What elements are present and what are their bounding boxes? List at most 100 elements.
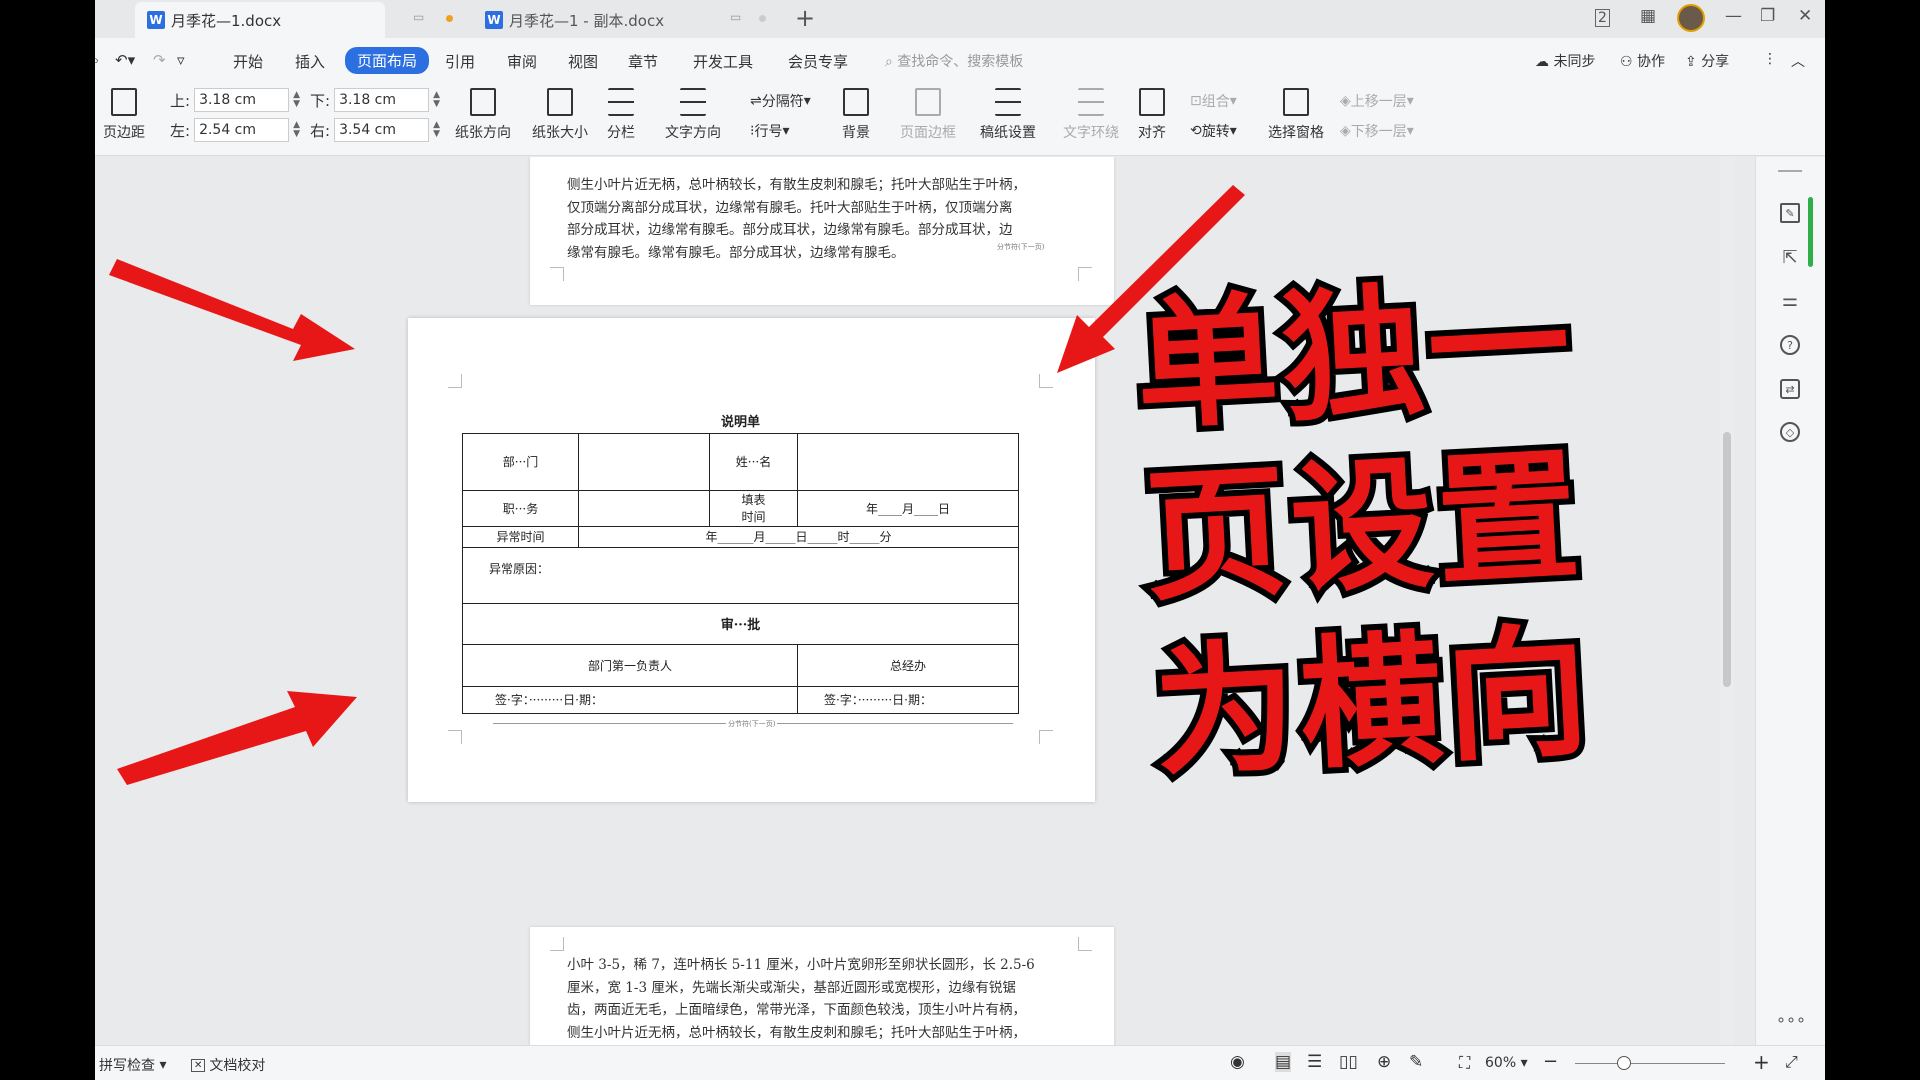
tab-monitor-icon[interactable]: ▭ xyxy=(413,10,424,24)
redo-icon[interactable]: ↷ xyxy=(153,51,166,69)
quick-access-dropdown-icon[interactable]: ▿ xyxy=(177,51,185,69)
panel-handle[interactable] xyxy=(1778,170,1802,172)
tab-document-2[interactable]: W 月季花—1 - 副本.docx xyxy=(473,2,773,38)
margin-bottom-input[interactable] xyxy=(334,88,430,112)
bring-forward-button[interactable]: ◈ 上移一层 ▾ xyxy=(1340,91,1414,111)
margin-top-input[interactable] xyxy=(194,88,290,112)
share-icon: ⇪ xyxy=(1685,54,1702,70)
menu-references[interactable]: 引用 xyxy=(445,51,475,72)
spinner-icon[interactable]: ▲ ▼ xyxy=(433,121,440,139)
green-progress-bar xyxy=(1808,197,1813,267)
spinner-icon[interactable]: ▲ ▼ xyxy=(293,91,300,109)
zoom-in-button[interactable]: + xyxy=(1753,1050,1770,1074)
eye-icon[interactable]: ◉ xyxy=(1230,1052,1245,1072)
write-view-icon[interactable]: ✎ xyxy=(1409,1052,1423,1072)
text-direction-button[interactable]: 文字方向 xyxy=(665,88,721,142)
red-arrow-icon xyxy=(109,259,355,361)
sliders-icon[interactable]: ⚌ xyxy=(1780,290,1800,311)
command-search[interactable]: ⌕ 查找命令、搜索模板 xyxy=(885,51,1023,71)
share-button[interactable]: ⇪ 分享 xyxy=(1685,51,1729,71)
person-icon: ⚇ xyxy=(1620,54,1638,70)
orientation-button[interactable]: 纸张方向 xyxy=(455,88,511,142)
vertical-scrollbar[interactable] xyxy=(1720,157,1734,1045)
tab-document-1[interactable]: W 月季花—1.docx xyxy=(135,2,385,38)
selection-pane-icon xyxy=(1283,88,1309,116)
document-canvas[interactable]: 侧生小叶片近无柄，总叶柄较长，有散生皮刺和腺毛；托叶大部贴生于叶柄， 仅顶端分离… xyxy=(95,157,1755,1045)
collapse-ribbon-icon[interactable]: ︿ xyxy=(1791,51,1805,71)
fullscreen-icon[interactable]: ⤢ xyxy=(1785,1052,1798,1072)
menu-review[interactable]: 审阅 xyxy=(507,51,537,72)
right-side-panel: ✎ ⇱ ⚌ ? ⇄ ◇ ∘∘∘ xyxy=(1755,157,1825,1045)
help-icon[interactable]: ? xyxy=(1780,335,1800,355)
group-button[interactable]: ⊡ 组合 ▾ xyxy=(1190,91,1237,111)
margin-left-input[interactable] xyxy=(194,118,290,142)
columns-button[interactable]: 分栏 xyxy=(607,88,635,142)
menu-view[interactable]: 视图 xyxy=(568,51,598,72)
text-wrap-button[interactable]: 文字环绕 xyxy=(1063,88,1119,142)
background-icon xyxy=(843,88,869,116)
tab-document-2-label: 月季花—1 - 副本.docx xyxy=(509,11,665,30)
bring-forward-label: 上移一层 xyxy=(1350,94,1407,110)
paper-size-button[interactable]: 纸张大小 xyxy=(532,88,588,142)
breaks-label: 分隔符 xyxy=(761,94,804,110)
close-button[interactable]: ✕ xyxy=(1798,6,1812,26)
pen-icon[interactable]: ✎ xyxy=(1780,203,1800,223)
doc-proof-label: 文档校对 xyxy=(209,1058,266,1074)
menu-chapter[interactable]: 章节 xyxy=(628,51,658,72)
text-direction-label: 文字方向 xyxy=(665,125,721,141)
translate-icon[interactable]: ⇄ xyxy=(1780,379,1800,399)
overlay-caption-line2: 页设置 xyxy=(1135,428,1593,628)
margins-button[interactable]: 页边距 xyxy=(103,88,145,142)
send-backward-icon: ◈ xyxy=(1340,123,1351,139)
tab-monitor-icon[interactable]: ▭ xyxy=(730,10,741,24)
spinner-icon[interactable]: ▲ ▼ xyxy=(433,91,440,109)
sync-status[interactable]: ☁ 未同步 xyxy=(1535,51,1595,71)
breaks-button[interactable]: ⇌ 分隔符 ▾ xyxy=(750,91,811,111)
grid-apps-icon[interactable]: ▦ xyxy=(1640,6,1656,26)
margin-right-input[interactable] xyxy=(334,118,430,142)
page-border-button[interactable]: 页面边框 xyxy=(900,88,956,142)
zoom-slider[interactable] xyxy=(1575,1056,1725,1070)
zoom-out-button[interactable]: − xyxy=(1543,1051,1558,1072)
web-view-icon[interactable]: ⊕ xyxy=(1377,1052,1391,1072)
rotate-button[interactable]: ⟲ 旋转 ▾ xyxy=(1190,121,1237,141)
draft-paper-button[interactable]: 稿纸设置 xyxy=(980,88,1036,142)
fit-page-icon[interactable]: ⛶ xyxy=(1459,1053,1470,1073)
menu-home[interactable]: 开始 xyxy=(233,51,263,72)
restore-button[interactable]: ❐ xyxy=(1760,6,1775,26)
spell-check-button[interactable]: 拼写检查 ▾ xyxy=(99,1055,166,1075)
minimize-button[interactable]: — xyxy=(1725,6,1742,26)
menu-page-layout[interactable]: 页面布局 xyxy=(345,47,430,74)
menu-bar: ⌕ ↶▾ ↷ ▿ 开始 插入 页面布局 引用 审阅 视图 章节 开发工具 会员专… xyxy=(95,38,1825,82)
paper-size-label: 纸张大小 xyxy=(532,125,588,141)
undo-icon[interactable]: ↶▾ xyxy=(115,51,135,69)
outline-view-icon[interactable]: ☰ xyxy=(1307,1052,1322,1072)
search-icon[interactable]: ⌕ xyxy=(95,51,99,69)
more-options-icon[interactable]: ∘∘∘ xyxy=(1776,1010,1806,1029)
menu-developer[interactable]: 开发工具 xyxy=(693,51,753,72)
align-button[interactable]: 对齐 xyxy=(1138,88,1166,142)
menu-member[interactable]: 会员专享 xyxy=(788,51,848,72)
dual-page-icon[interactable]: 2 xyxy=(1595,9,1610,27)
more-icon[interactable]: ⋮ xyxy=(1763,51,1777,67)
doc-proof-button[interactable]: ✕ 文档校对 xyxy=(191,1055,265,1075)
page-view-icon[interactable]: ▤ xyxy=(1275,1052,1292,1072)
zoom-level[interactable]: 60% ▾ xyxy=(1485,1055,1528,1071)
line-numbers-button[interactable]: ⁝ 行号 ▾ xyxy=(750,121,789,141)
collab-button[interactable]: ⚇ 协作 xyxy=(1620,51,1665,71)
selection-pane-button[interactable]: 选择窗格 xyxy=(1268,88,1324,142)
reading-view-icon[interactable]: ▯▯ xyxy=(1339,1052,1358,1072)
send-backward-button[interactable]: ◈ 下移一层 ▾ xyxy=(1340,121,1414,141)
new-tab-button[interactable]: + xyxy=(795,4,815,32)
cursor-icon[interactable]: ⇱ xyxy=(1780,247,1800,268)
avatar[interactable] xyxy=(1677,4,1705,32)
doc-proof-icon: ✕ xyxy=(191,1058,206,1072)
compass-icon[interactable]: ◇ xyxy=(1780,422,1800,442)
line-numbers-label: 行号 xyxy=(754,124,783,140)
scrollbar-thumb[interactable] xyxy=(1723,432,1731,687)
zoom-slider-thumb[interactable] xyxy=(1617,1056,1631,1070)
spinner-icon[interactable]: ▲ ▼ xyxy=(293,121,300,139)
overlay-caption: 单独一 页设置 为横向 xyxy=(1126,256,1602,803)
menu-insert[interactable]: 插入 xyxy=(295,51,325,72)
background-button[interactable]: 背景 xyxy=(842,88,870,142)
